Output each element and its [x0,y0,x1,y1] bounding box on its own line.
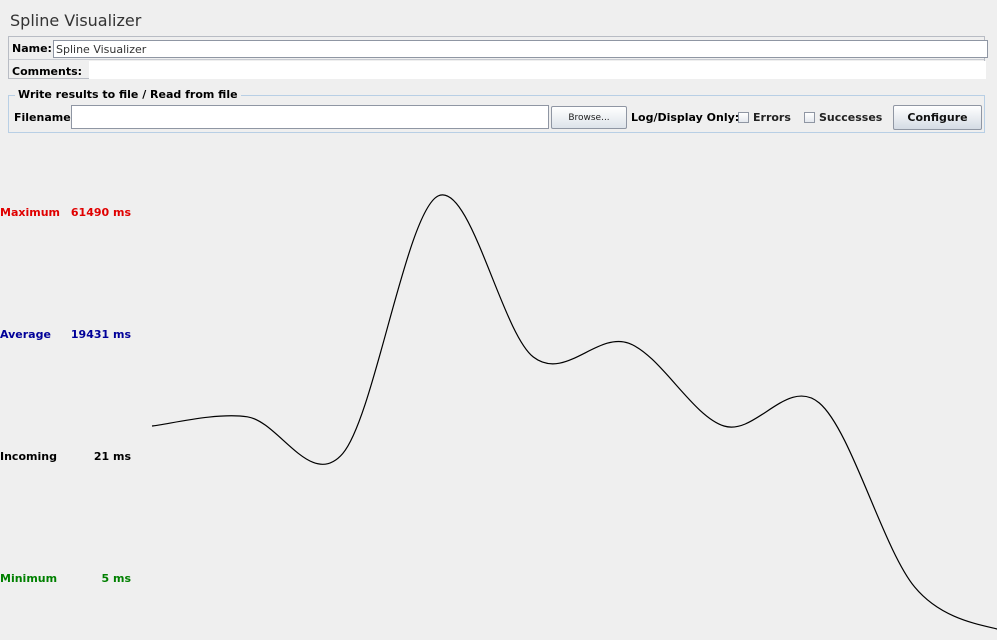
spline-chart [151,194,997,630]
file-group-legend: Write results to file / Read from file [15,88,241,101]
successes-checkbox-label[interactable]: Successes [819,111,882,124]
errors-checkbox[interactable] [738,112,749,123]
name-label: Name: [12,42,52,55]
comments-input[interactable] [89,61,986,79]
file-options-group: Write results to file / Read from file F… [8,88,985,133]
filename-input[interactable] [71,105,549,129]
browse-button[interactable]: Browse... [551,106,627,129]
log-display-only-label: Log/Display Only: [631,111,740,124]
visualizer-title: Spline Visualizer [10,11,142,30]
successes-checkbox[interactable] [804,112,815,123]
filename-label: Filename [14,111,71,124]
errors-checkbox-label[interactable]: Errors [753,111,791,124]
spline-series-line [151,194,997,630]
name-input[interactable] [53,40,988,58]
panel-divider [9,59,984,60]
configure-button[interactable]: Configure [893,105,982,130]
name-comments-panel: Name: Comments: [8,36,988,79]
comments-label: Comments: [12,65,83,78]
